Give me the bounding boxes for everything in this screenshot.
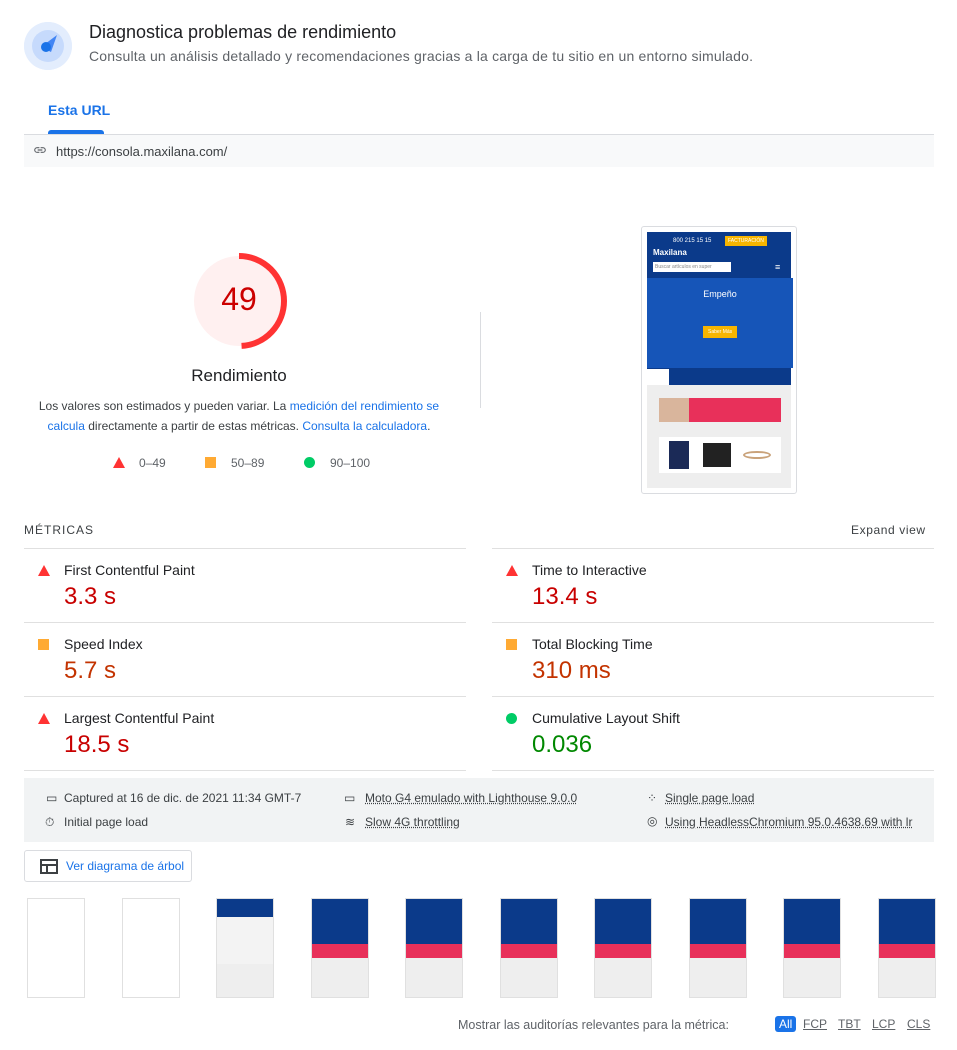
analyzed-url: https://consola.maxilana.com/ [56, 144, 228, 159]
desc-text: Los valores son estimados y pueden varia… [38, 399, 290, 413]
metric-filter-label: Mostrar las auditorías relevantes para l… [458, 1018, 729, 1032]
score-value: 49 [221, 281, 257, 317]
filmstrip-frame [688, 898, 747, 998]
metric-value: 18.5 s [64, 731, 130, 758]
treemap-button[interactable]: Ver diagrama de árbol [24, 850, 192, 882]
metric-value: 310 ms [532, 657, 611, 684]
triangle-rating-icon [506, 565, 518, 576]
filter-tbt[interactable]: TBT [838, 1017, 861, 1031]
filmstrip-frame [216, 898, 274, 998]
filmstrip-frame [310, 898, 369, 998]
filmstrip-frame [499, 898, 558, 998]
triangle-rating-icon [38, 565, 50, 576]
ss-cta: FACTURACIÓN [725, 236, 767, 246]
legend-range: 0–49 [139, 456, 166, 470]
legend-range: 90–100 [330, 456, 371, 470]
performance-score-gauge: 49 [189, 251, 289, 351]
metrics-heading: MÉTRICAS [24, 523, 95, 537]
metric-label: Speed Index [64, 636, 143, 652]
score-description: Los valores son estimados y pueden varia… [30, 396, 448, 436]
timer-icon: ⏱ [45, 815, 55, 829]
device-icon: ▭ [344, 791, 356, 805]
ss-hero-button: Saber Más [703, 326, 738, 338]
average-square-icon [205, 457, 216, 468]
page-subtitle: Consulta un análisis detallado y recomen… [89, 48, 754, 64]
metric-value: 3.3 s [64, 583, 117, 610]
filter-lcp[interactable]: LCP [872, 1017, 895, 1031]
metric-label: Cumulative Layout Shift [532, 710, 680, 726]
signal-icon: ≋ [345, 815, 356, 829]
throttling-info[interactable]: Slow 4G throttling [365, 815, 460, 829]
browser-info[interactable]: Using HeadlessChromium 95.0.4638.69 with… [665, 815, 912, 829]
fail-triangle-icon [113, 457, 125, 468]
square-rating-icon [506, 639, 517, 650]
metric-first-contentful-paint: First Contentful Paint 3.3 s [24, 548, 466, 622]
metric-label: Time to Interactive [532, 562, 647, 578]
link-icon [33, 143, 47, 160]
filmstrip-frame [594, 898, 652, 998]
square-rating-icon [38, 639, 49, 650]
ss-hero-title: Empeño [703, 289, 737, 299]
load-info: Initial page load [64, 815, 149, 829]
gauge-icon [24, 22, 72, 70]
page-title: Diagnostica problemas de rendimiento [89, 22, 397, 42]
calendar-icon: ▭ [46, 791, 58, 805]
ss-phone: 800 215 15 15 [673, 238, 712, 244]
desc-text: directamente a partir de estas métricas. [84, 419, 303, 433]
triangle-rating-icon [38, 713, 50, 724]
ss-search: Buscar artículos en super [653, 262, 731, 272]
tab-esta-url[interactable]: Esta URL [48, 102, 110, 118]
circle-rating-icon [506, 713, 517, 724]
calculator-link[interactable]: Consulta la calculadora [302, 419, 427, 433]
device-info[interactable]: Moto G4 emulado with Lighthouse 9.0.0 [365, 791, 577, 805]
filter-cls[interactable]: CLS [907, 1017, 930, 1031]
filter-all[interactable]: All [775, 1016, 797, 1032]
metric-label: Largest Contentful Paint [64, 710, 215, 726]
treemap-label: Ver diagrama de árbol [66, 859, 185, 873]
metric-total-blocking-time: Total Blocking Time 310 ms [492, 622, 934, 696]
filmstrip-frame [27, 898, 85, 998]
menu-icon: ≡ [775, 262, 781, 272]
final-screenshot: 800 215 15 15 FACTURACIÓN Maxilana Busca… [641, 226, 797, 494]
filmstrip-frame [783, 898, 841, 998]
desc-text: . [427, 419, 431, 433]
metric-value: 5.7 s [64, 657, 117, 684]
metric-label: Total Blocking Time [532, 636, 653, 652]
filmstrip-frame [405, 898, 463, 998]
url-bar: https://consola.maxilana.com/ [24, 135, 934, 167]
filter-fcp[interactable]: FCP [803, 1017, 827, 1031]
filmstrip-frame [877, 898, 936, 998]
expand-view-toggle[interactable]: Expand view [851, 523, 926, 537]
session-icon: ⁘ [647, 791, 658, 805]
treemap-icon [40, 859, 58, 877]
filmstrip-frame [121, 898, 180, 998]
captured-time: Captured at 16 de dic. de 2021 11:34 GMT… [64, 791, 302, 805]
metric-speed-index: Speed Index 5.7 s [24, 622, 466, 696]
metric-value: 13.4 s [532, 583, 598, 610]
session-info[interactable]: Single page load [665, 791, 754, 805]
chrome-icon: ◎ [647, 814, 658, 828]
test-environment-info: ▭ Captured at 16 de dic. de 2021 11:34 G… [24, 778, 934, 842]
ss-brand: Maxilana [653, 248, 687, 257]
vertical-divider [480, 312, 481, 408]
metric-label: First Contentful Paint [64, 562, 195, 578]
metric-value: 0.036 [532, 731, 593, 758]
metric-largest-contentful-paint: Largest Contentful Paint 18.5 s [24, 696, 466, 770]
metric-cumulative-layout-shift: Cumulative Layout Shift 0.036 [492, 696, 934, 770]
legend-range: 50–89 [231, 456, 265, 470]
metric-time-to-interactive: Time to Interactive 13.4 s [492, 548, 934, 622]
pass-circle-icon [304, 457, 315, 468]
score-label: Rendimiento [191, 366, 287, 385]
